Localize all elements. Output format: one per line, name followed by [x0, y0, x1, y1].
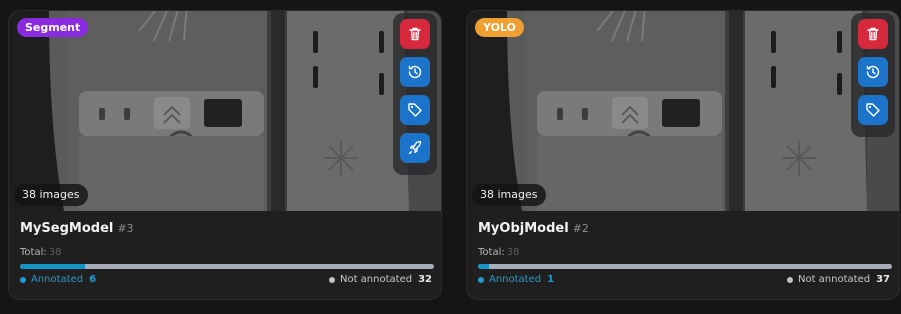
- model-thumbnail[interactable]: Segment 38 images: [9, 11, 441, 211]
- not-annotated-count: 37: [876, 274, 890, 285]
- not-annotated-label: Not annotated: [797, 274, 871, 285]
- trash-icon: [409, 27, 421, 41]
- total-label: Total:: [478, 247, 505, 258]
- deploy-button[interactable]: [400, 133, 430, 163]
- total-value: 38: [506, 247, 520, 258]
- model-version: #3: [117, 222, 134, 235]
- annotated-count: 6: [89, 274, 97, 285]
- tag-button[interactable]: [400, 95, 430, 125]
- thumbnail-image: [467, 11, 899, 211]
- action-toolbar: [851, 13, 895, 137]
- tag-icon: [866, 103, 880, 117]
- model-title: MyObjModel #2: [478, 221, 589, 236]
- image-count-badge: 38 images: [14, 184, 88, 206]
- not-annotated-dot-icon: [328, 276, 335, 283]
- annotation-progress-fill: [478, 264, 489, 269]
- tag-icon: [408, 103, 422, 117]
- history-button[interactable]: [858, 57, 888, 87]
- action-toolbar: [393, 13, 437, 175]
- model-title: MySegModel #3: [20, 221, 134, 236]
- trash-icon: [867, 27, 879, 41]
- delete-button[interactable]: [400, 19, 430, 49]
- annotated-dot-icon: [478, 276, 484, 283]
- history-icon: [408, 65, 422, 79]
- annotated-legend: Annotated 6: [20, 274, 96, 285]
- annotated-legend: Annotated 1: [478, 274, 554, 285]
- delete-button[interactable]: [858, 19, 888, 49]
- not-annotated-count: 32: [418, 274, 432, 285]
- history-button[interactable]: [400, 57, 430, 87]
- annotated-count: 1: [547, 274, 555, 285]
- model-card[interactable]: YOLO 38 images MyObjModel #2 Total: 38 Ann…: [466, 10, 900, 300]
- not-annotated-dot-icon: [786, 276, 793, 283]
- model-type-badge: Segment: [17, 18, 89, 37]
- annotated-label: Annotated: [31, 274, 84, 285]
- total-label: Total:: [20, 247, 47, 258]
- not-annotated-label: Not annotated: [339, 274, 413, 285]
- not-annotated-legend: Not annotated 37: [786, 274, 890, 285]
- image-count-badge: 38 images: [472, 184, 546, 206]
- thumbnail-image: [9, 11, 441, 211]
- model-card[interactable]: Segment 38 images MySegModel #3 Total: 38 …: [8, 10, 442, 300]
- model-name[interactable]: MySegModel: [20, 221, 113, 236]
- annotated-dot-icon: [20, 276, 26, 283]
- model-version: #2: [572, 222, 589, 235]
- not-annotated-legend: Not annotated 32: [328, 274, 432, 285]
- annotation-progress-fill: [20, 264, 86, 269]
- total-row: Total: 38: [20, 247, 61, 258]
- model-type-badge: YOLO: [475, 18, 524, 37]
- rocket-icon: [408, 140, 422, 155]
- model-thumbnail[interactable]: YOLO 38 images: [467, 11, 899, 211]
- total-value: 38: [48, 247, 62, 258]
- annotation-progress-bar: [20, 264, 434, 269]
- total-row: Total: 38: [478, 247, 519, 258]
- annotated-label: Annotated: [489, 274, 542, 285]
- annotation-progress-bar: [478, 264, 892, 269]
- history-icon: [866, 65, 880, 79]
- tag-button[interactable]: [858, 95, 888, 125]
- model-name[interactable]: MyObjModel: [478, 221, 569, 236]
